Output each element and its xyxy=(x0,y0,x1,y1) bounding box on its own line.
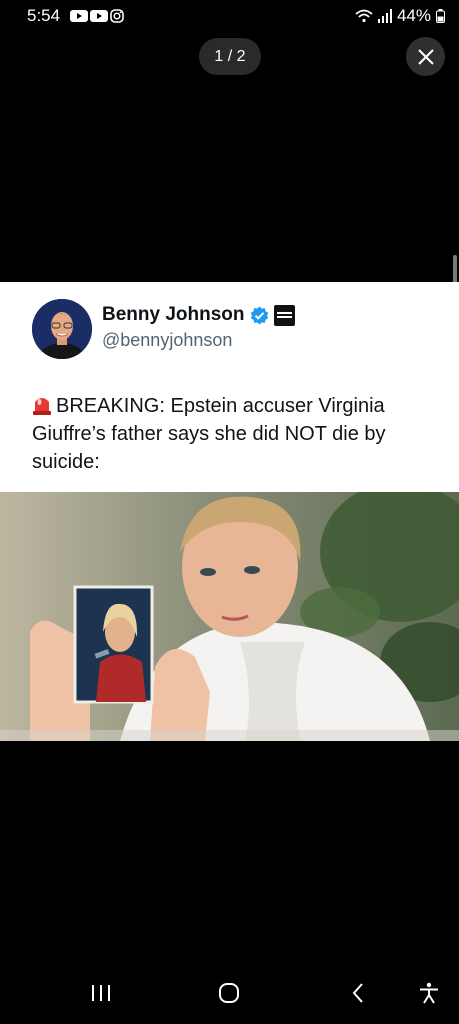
verified-badge-icon xyxy=(250,305,268,325)
breaking-label: BREAKING: xyxy=(56,395,165,417)
author-name[interactable]: Benny Johnson xyxy=(102,304,245,326)
page-indicator: 1 / 2 xyxy=(199,38,261,75)
siren-emoji-icon xyxy=(33,398,51,415)
avatar-image xyxy=(32,299,92,359)
status-bar: 5:54 44% xyxy=(0,0,459,32)
status-right: 44% xyxy=(355,6,445,26)
author-handle[interactable]: @bennyjohnson xyxy=(102,330,232,351)
youtube-icon xyxy=(70,10,88,22)
tweet-card: Benny Johnson @bennyjohnson BREAKING: Ep… xyxy=(0,282,459,741)
youtube-icon xyxy=(90,10,108,22)
battery-percent: 44% xyxy=(396,6,431,25)
tweet-photo[interactable] xyxy=(0,492,459,741)
navigation-bar xyxy=(0,964,459,1024)
signal-icon xyxy=(377,9,392,23)
back-icon[interactable] xyxy=(350,982,366,1004)
status-time: 5:54 xyxy=(27,6,61,25)
close-icon xyxy=(417,48,434,65)
home-icon[interactable] xyxy=(218,982,240,1004)
accessibility-icon[interactable] xyxy=(418,982,440,1004)
battery-icon xyxy=(436,9,445,23)
tweet-text: BREAKING: Epstein accuser Virginia Giuff… xyxy=(32,392,442,476)
wifi-icon xyxy=(355,9,373,23)
affiliation-logo-icon xyxy=(273,304,295,326)
recent-apps-icon[interactable] xyxy=(90,982,112,1004)
close-button[interactable] xyxy=(406,37,445,76)
instagram-icon xyxy=(110,9,124,23)
avatar[interactable] xyxy=(32,299,92,359)
author-row: Benny Johnson xyxy=(102,304,295,326)
